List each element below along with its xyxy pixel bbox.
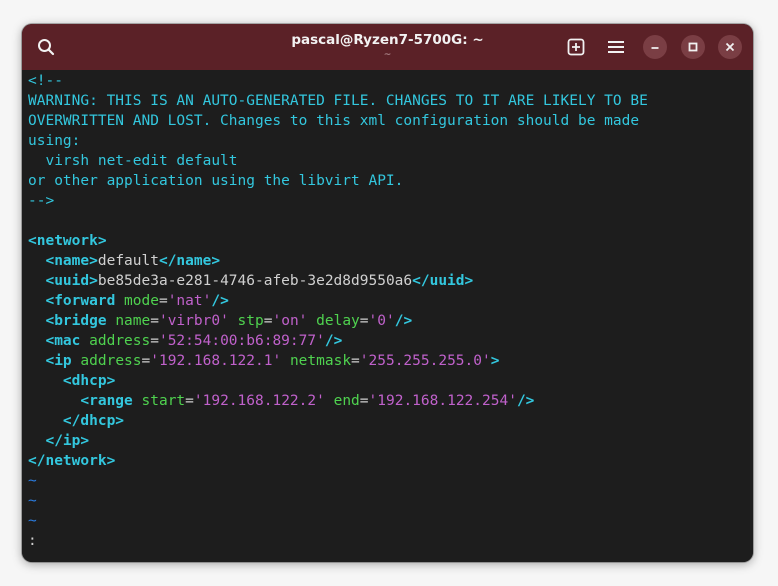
xml-tag: <network> [28, 233, 107, 249]
xml-attr: mode [124, 293, 159, 309]
xml-tag: </dhcp> [62, 413, 125, 429]
xml-tag: <name> [45, 253, 98, 269]
xml-tag: /> [516, 393, 535, 409]
xml-value: '192.168.122.1' [150, 353, 282, 369]
xml-tag: /> [324, 333, 343, 349]
xml-text: default [97, 253, 159, 269]
xml-tag: <uuid> [45, 273, 98, 289]
minimize-button[interactable] [643, 35, 667, 59]
xml-line-ip-close: </ip> [28, 431, 89, 451]
window-subtitle: ~ [383, 50, 392, 60]
xml-tag: > [490, 353, 500, 369]
xml-value: '0' [368, 313, 395, 329]
comment-line: or other application using the libvirt A… [28, 173, 404, 189]
search-icon [38, 39, 55, 56]
new-tab-button[interactable] [562, 34, 590, 60]
empty-line-tilde: ~ [28, 473, 37, 489]
xml-line-uuid: <uuid>be85de3a-e281-4746-afeb-3e2d8d9550… [28, 271, 473, 291]
xml-tag: </network> [28, 453, 116, 469]
xml-tag: <ip [45, 353, 72, 369]
xml-tag: <bridge [45, 313, 107, 329]
xml-attr: address [89, 333, 151, 349]
comment-line: --> [28, 193, 55, 209]
xml-text: be85de3a-e281-4746-afeb-3e2d8d9550a6 [97, 273, 413, 289]
comment-line: using: [28, 133, 81, 149]
xml-attr: stp [237, 313, 264, 329]
maximize-icon [688, 42, 698, 52]
comment-line: <!-- [28, 73, 63, 89]
xml-tag: <mac [45, 333, 81, 349]
terminal-output[interactable]: <!-- WARNING: THIS IS AN AUTO-GENERATED … [22, 70, 753, 562]
xml-value: 'nat' [167, 293, 212, 309]
xml-line-name: <name>default</name> [28, 251, 220, 271]
empty-line-tilde: ~ [28, 513, 37, 529]
xml-value: 'on' [272, 313, 308, 329]
title-block: pascal@Ryzen7-5700G: ~ ~ [222, 30, 553, 60]
xml-attr: start [141, 393, 186, 409]
comment-line: virsh net-edit default [28, 153, 238, 169]
xml-line-dhcp-open: <dhcp> [28, 371, 115, 391]
xml-line-mac: <mac address='52:54:00:b6:89:77'/> [45, 333, 343, 349]
xml-tag: </ip> [45, 433, 90, 449]
search-button[interactable] [32, 33, 60, 61]
xml-tag: </uuid> [412, 273, 474, 289]
comment-line: WARNING: THIS IS AN AUTO-GENERATED FILE.… [28, 93, 648, 109]
xml-tag: <range [80, 393, 133, 409]
xml-attr: netmask [289, 353, 352, 369]
xml-line-ip: <ip address='192.168.122.1' netmask='255… [45, 353, 500, 369]
terminal-window: pascal@Ryzen7-5700G: ~ ~ <!-- WARNING: T… [22, 24, 753, 562]
maximize-button[interactable] [681, 35, 705, 59]
xml-tag: </name> [158, 253, 221, 269]
xml-line-bridge: <bridge name='virbr0' stp='on' delay='0'… [45, 313, 413, 329]
header-bar: pascal@Ryzen7-5700G: ~ ~ [22, 24, 753, 70]
xml-line-network-open: <network> [28, 231, 107, 251]
xml-value: '255.255.255.0' [359, 353, 491, 369]
xml-line-network-close: </network> [28, 451, 115, 471]
xml-line-range: <range start='192.168.122.2' end='192.16… [80, 393, 535, 409]
xml-tag: <forward [45, 293, 116, 309]
xml-attr: name [115, 313, 151, 329]
xml-attr: delay [316, 313, 360, 329]
xml-attr: address [80, 353, 142, 369]
window-title: pascal@Ryzen7-5700G: ~ [291, 32, 484, 48]
pager-prompt[interactable]: : [28, 531, 37, 551]
xml-tag: <dhcp> [62, 373, 116, 389]
xml-line-forward: <forward mode='nat'/> [45, 293, 229, 309]
comment-line: OVERWRITTEN AND LOST. Changes to this xm… [28, 113, 640, 129]
xml-value: '52:54:00:b6:89:77' [158, 333, 325, 349]
minimize-icon [651, 47, 659, 49]
xml-line-dhcp-close: </dhcp> [28, 411, 124, 431]
empty-line-tilde: ~ [28, 493, 37, 509]
xml-attr: end [333, 393, 360, 409]
xml-value: '192.168.122.2' [193, 393, 325, 409]
new-tab-icon [567, 38, 585, 56]
xml-tag: /> [211, 293, 229, 309]
close-button[interactable] [718, 35, 742, 59]
hamburger-menu-icon [608, 41, 624, 53]
xml-value: '192.168.122.254' [368, 393, 517, 409]
xml-value: 'virbr0' [158, 313, 229, 329]
main-menu-button[interactable] [602, 34, 630, 60]
close-icon [725, 42, 735, 52]
xml-tag: /> [394, 313, 413, 329]
